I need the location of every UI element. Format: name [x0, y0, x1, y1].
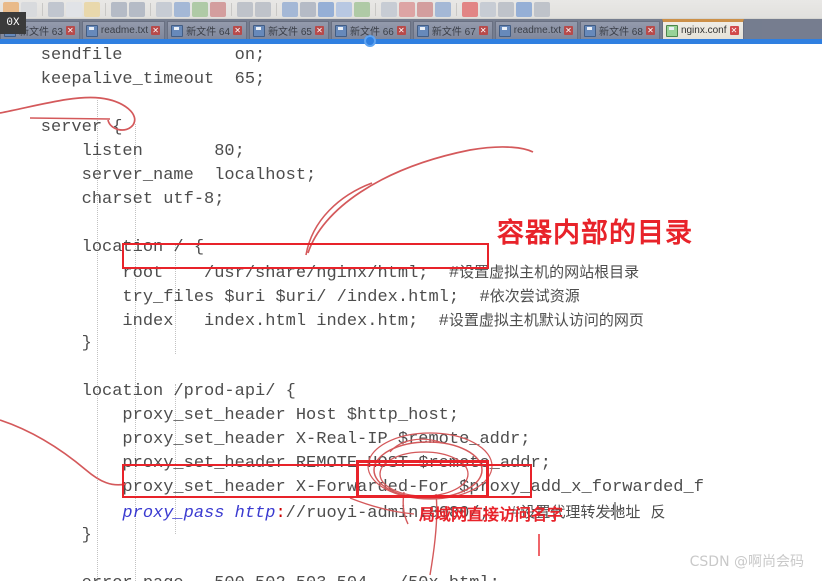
delete-icon[interactable] — [417, 1, 433, 17]
file-saved-icon — [665, 24, 678, 37]
code-editor[interactable]: sendfile on; keepalive_timeout 65; serve… — [0, 44, 822, 581]
plugin-icon[interactable] — [534, 1, 550, 17]
toolbar-separator — [456, 2, 457, 16]
indent-icon[interactable] — [300, 1, 316, 17]
left-status-chip: 0X — [0, 12, 26, 34]
file-icon — [85, 24, 98, 37]
code-line: proxy_set_header Host $http_host; — [0, 406, 460, 425]
toolbar-separator — [276, 2, 277, 16]
tab-item[interactable]: 新文件 67 ✕ — [412, 21, 493, 39]
tab-label: 新文件 68 — [599, 27, 643, 38]
tab-close-icon[interactable]: ✕ — [396, 26, 406, 35]
toolbar — [0, 0, 822, 19]
tab-item[interactable]: 新文件 68 ✕ — [580, 21, 660, 39]
cut-icon[interactable] — [48, 1, 64, 17]
copy-icon[interactable] — [66, 1, 82, 17]
redo-icon[interactable] — [129, 1, 145, 17]
toolbar-separator — [150, 2, 151, 16]
code-line: proxy_pass http://ruoyi-admin:8080/; #设置… — [122, 503, 666, 523]
tab-label: readme.txt — [513, 25, 562, 36]
text-editor-window: 新文件 63 ✕ readme.txt ✕ 新文件 64 ✕ 新文件 65 ✕ 新文件 66 ✕ 新… — [0, 0, 822, 581]
duplicate-icon[interactable] — [381, 1, 397, 17]
code-line: keepalive_timeout 65; — [0, 70, 266, 89]
tab-label: 新文件 67 — [431, 27, 476, 38]
tab-close-icon[interactable]: ✕ — [65, 26, 75, 35]
code-line: listen 80; — [0, 142, 245, 161]
tab-item[interactable]: readme.txt ✕ — [494, 21, 579, 39]
file-icon — [498, 24, 511, 37]
tab-close-icon[interactable]: ✕ — [151, 26, 161, 35]
play-all-icon[interactable] — [516, 1, 532, 17]
code-line: } — [0, 526, 92, 545]
toolbar-separator — [375, 2, 376, 16]
code-line: server_name localhost; — [0, 166, 317, 185]
tab-item[interactable]: 新文件 64 ✕ — [167, 21, 248, 39]
replace-icon[interactable] — [174, 1, 190, 17]
tab-close-icon[interactable]: ✕ — [478, 26, 488, 35]
file-icon — [334, 24, 347, 37]
file-icon — [253, 24, 266, 37]
tab-label: 新文件 65 — [268, 27, 312, 38]
code-line: } — [0, 334, 92, 353]
unlock-icon[interactable] — [255, 1, 271, 17]
selection-handle[interactable] — [364, 35, 376, 47]
code-line: error_page 500 502 503 504 /50x.html; — [0, 572, 704, 581]
tab-strip: 新文件 63 ✕ readme.txt ✕ 新文件 64 ✕ 新文件 65 ✕ 新文件 66 ✕ 新… — [0, 19, 822, 39]
code-line: server { — [0, 118, 123, 137]
tab-close-icon[interactable]: ✕ — [314, 26, 324, 35]
code-line: try_files $uri $uri/ /index.html; #依次尝试资… — [0, 287, 580, 307]
format-icon[interactable] — [318, 1, 334, 17]
code-line: index index.html index.htm; #设置虚拟主机默认访问的… — [0, 311, 644, 331]
record-icon[interactable] — [462, 1, 478, 17]
compare-icon[interactable] — [336, 1, 352, 17]
tab-label: nginx.conf — [680, 25, 727, 36]
tab-active[interactable]: nginx.conf ✕ — [661, 19, 744, 39]
code-text: sendfile on; keepalive_timeout 65; serve… — [0, 44, 704, 581]
tab-label: readme.txt — [100, 25, 149, 36]
file-icon — [171, 24, 184, 37]
selection-highlight-bar[interactable] — [0, 39, 822, 44]
undo-icon[interactable] — [111, 1, 127, 17]
export-icon[interactable] — [354, 1, 370, 17]
toolbar-separator — [42, 2, 43, 16]
toolbar-separator — [231, 2, 232, 16]
file-icon — [416, 24, 429, 37]
code-line: root /usr/share/nginx/html; #设置虚拟主机的网站根目… — [0, 263, 640, 283]
code-line: location / { — [0, 238, 205, 257]
settings-icon[interactable] — [435, 1, 451, 17]
find-icon[interactable] — [156, 1, 172, 17]
watermark: CSDN @啊尚会码 — [689, 554, 804, 570]
tab-label: 新文件 64 — [186, 27, 231, 38]
tab-close-icon[interactable]: ✕ — [645, 26, 655, 35]
lock-icon[interactable] — [237, 1, 253, 17]
tab-close-icon[interactable]: ✕ — [729, 26, 739, 35]
code-line: location /prod-api/ { — [0, 382, 296, 401]
tab-item[interactable]: 新文件 65 ✕ — [249, 21, 329, 39]
zoom-out-icon[interactable] — [210, 1, 226, 17]
code-line: proxy_set_header REMOTE-HOST $remote_add… — [0, 454, 551, 473]
code-line: proxy_set_header X-Real-IP $remote_addr; — [0, 430, 531, 449]
wrap-icon[interactable] — [282, 1, 298, 17]
edit-icon[interactable] — [399, 1, 415, 17]
code-line: proxy_set_header X-Forwarded-For $proxy_… — [0, 478, 704, 497]
zoom-in-icon[interactable] — [192, 1, 208, 17]
tab-close-icon[interactable]: ✕ — [564, 26, 574, 35]
paste-icon[interactable] — [84, 1, 100, 17]
toolbar-separator — [105, 2, 106, 16]
stop-icon[interactable] — [480, 1, 496, 17]
tab-close-icon[interactable]: ✕ — [233, 26, 243, 35]
play-icon[interactable] — [498, 1, 514, 17]
tab-item[interactable]: readme.txt ✕ — [81, 21, 166, 39]
file-icon — [584, 24, 597, 37]
code-line: sendfile on; — [0, 46, 266, 65]
code-line: charset utf-8; — [0, 190, 225, 209]
